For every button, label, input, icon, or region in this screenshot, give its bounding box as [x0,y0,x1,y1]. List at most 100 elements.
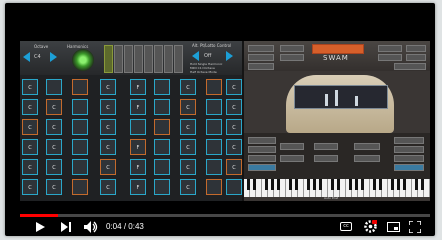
ctl-8[interactable] [314,155,338,162]
note-cell[interactable]: C [46,159,62,175]
black-key[interactable] [307,179,310,190]
note-cell[interactable]: C [180,79,196,95]
param-9[interactable] [406,54,426,61]
next-icon[interactable] [61,222,71,232]
note-cell[interactable] [154,159,170,175]
param-3[interactable] [248,63,274,70]
harmonics-knob[interactable] [72,49,94,71]
note-cell[interactable] [206,119,222,135]
video-frame[interactable]: Octave C4 Harmonics Alt. Pt/Lotto Contro… [20,41,430,201]
ctl-6[interactable] [280,155,304,162]
note-cell[interactable]: F [130,139,146,155]
note-cell[interactable] [72,119,88,135]
slider-7[interactable] [164,45,173,73]
captions-icon[interactable]: cc [340,222,352,231]
black-key[interactable] [361,179,364,190]
note-cell[interactable]: C [22,99,38,115]
black-key[interactable] [421,179,424,190]
slider-2[interactable] [114,45,123,73]
note-cell[interactable] [46,79,62,95]
note-cell[interactable]: C [46,119,62,135]
param-1[interactable] [248,45,274,52]
note-cell[interactable]: F [130,159,146,175]
settings-icon[interactable] [364,220,377,233]
param-4[interactable] [280,45,304,52]
note-cell[interactable]: F [130,179,146,195]
note-cell[interactable]: F [130,79,146,95]
note-cell[interactable] [206,139,222,155]
note-cell[interactable]: C [22,119,38,135]
note-cell[interactable] [154,119,170,135]
note-cell[interactable]: C [180,139,196,155]
black-key[interactable] [253,179,256,190]
note-cell[interactable]: C [22,139,38,155]
note-cell[interactable]: C [100,99,116,115]
param-5[interactable] [280,54,304,61]
octave-up-icon[interactable] [50,52,57,62]
note-cell[interactable] [72,179,88,195]
note-cell[interactable] [154,99,170,115]
note-cell[interactable]: C [100,79,116,95]
black-key[interactable] [355,179,358,190]
play-icon[interactable] [36,222,45,232]
ctl-9[interactable] [354,143,380,150]
video-player[interactable]: Octave C4 Harmonics Alt. Pt/Lotto Contro… [5,3,435,236]
note-cell[interactable]: C [180,99,196,115]
note-cell[interactable]: C [226,119,242,135]
control-next-icon[interactable] [226,51,233,61]
note-cell[interactable]: C [180,179,196,195]
black-key[interactable] [391,179,394,190]
black-key[interactable] [277,179,280,190]
ctl-12[interactable] [394,146,424,153]
note-cell[interactable] [206,79,222,95]
progress-bar[interactable] [20,214,430,217]
ctl-11[interactable] [394,137,424,144]
ctl-10[interactable] [354,155,380,162]
note-cell[interactable]: C [100,159,116,175]
note-cell[interactable]: F [130,99,146,115]
black-key[interactable] [247,179,250,190]
note-cell[interactable]: C [100,139,116,155]
note-cell[interactable]: C [226,139,242,155]
note-cell[interactable]: C [22,179,38,195]
note-cell[interactable] [154,179,170,195]
ctl-1[interactable] [248,137,276,144]
black-key[interactable] [349,179,352,190]
black-key[interactable] [415,179,418,190]
note-cell[interactable]: C [100,119,116,135]
miniplayer-icon[interactable] [387,222,400,232]
control-prev-icon[interactable] [192,51,199,61]
black-key[interactable] [271,179,274,190]
black-key[interactable] [313,179,316,190]
note-cell[interactable] [72,159,88,175]
note-cell[interactable]: C [180,159,196,175]
note-cell[interactable]: C [100,179,116,195]
black-key[interactable] [337,179,340,190]
slider-4[interactable] [134,45,143,73]
note-cell[interactable] [154,139,170,155]
param-7[interactable] [378,54,402,61]
note-cell[interactable] [130,119,146,135]
note-cell[interactable]: C [46,179,62,195]
param-8[interactable] [406,45,426,52]
slider-3[interactable] [124,45,133,73]
ctl-4[interactable] [248,164,276,171]
note-cell[interactable]: C [22,159,38,175]
fullscreen-icon[interactable] [409,221,421,233]
note-cell[interactable] [154,79,170,95]
note-cell[interactable]: C [226,159,242,175]
note-cell[interactable]: C [226,79,242,95]
note-cell[interactable] [206,179,222,195]
note-cell[interactable] [72,99,88,115]
slider-5[interactable] [144,45,153,73]
octave-down-icon[interactable] [23,52,30,62]
param-2[interactable] [248,54,274,61]
ctl-3[interactable] [248,155,276,162]
note-cell[interactable]: C [46,139,62,155]
note-cell[interactable] [72,79,88,95]
ctl-13[interactable] [394,155,424,162]
ctl-2[interactable] [248,146,276,153]
black-key[interactable] [379,179,382,190]
ctl-14[interactable] [394,164,424,171]
param-6[interactable] [378,45,402,52]
